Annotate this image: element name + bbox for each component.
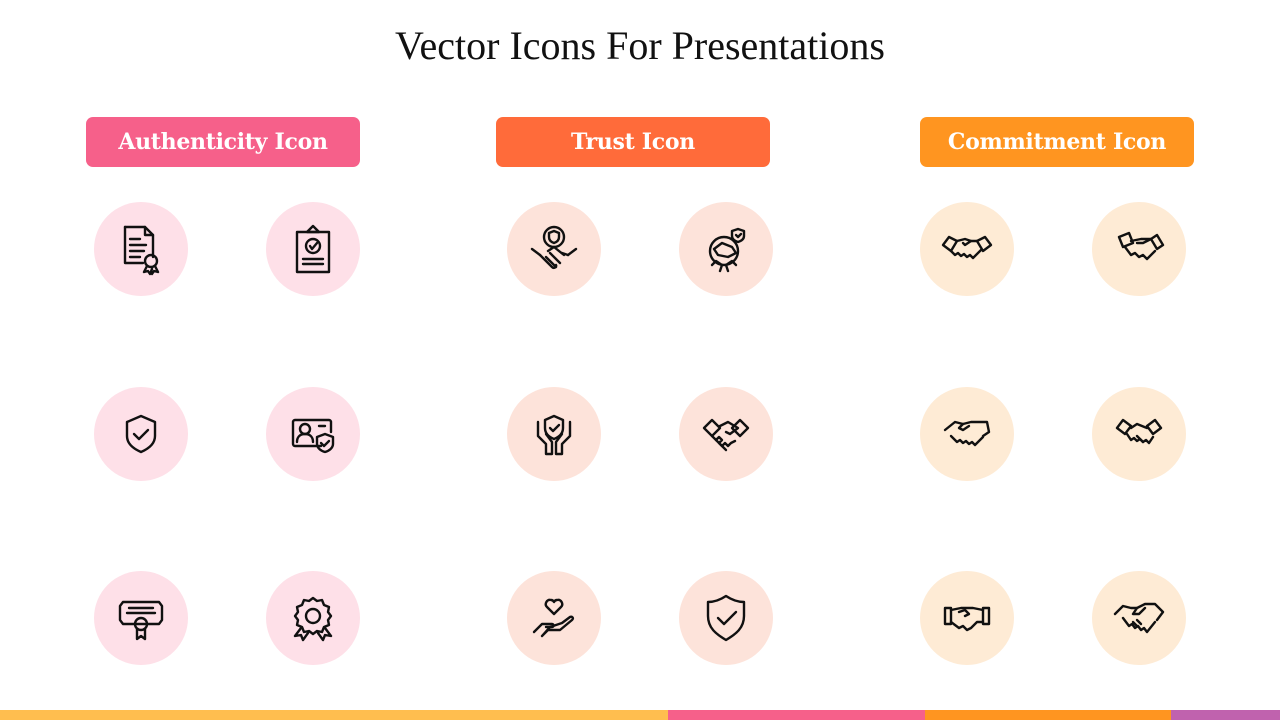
handclasp-shield-icon xyxy=(679,202,773,296)
commitment-badge: Commitment Icon xyxy=(920,117,1194,167)
handshake-icon xyxy=(920,387,1014,481)
id-card-shield-icon xyxy=(266,387,360,481)
footer-segment-purple xyxy=(1171,710,1280,720)
footer-stripe xyxy=(0,710,1280,720)
footer-segment-orange xyxy=(925,710,1171,720)
handshake-icon xyxy=(920,202,1014,296)
handshake-icon xyxy=(1092,571,1186,665)
authenticity-badge: Authenticity Icon xyxy=(86,117,360,167)
handshake-outline-icon xyxy=(1092,202,1186,296)
page-title: Vector Icons For Presentations xyxy=(395,23,885,68)
handshake-cuffs-icon xyxy=(920,571,1014,665)
clipboard-check-icon xyxy=(266,202,360,296)
certificate-ribbon-icon xyxy=(94,571,188,665)
award-badge-icon xyxy=(266,571,360,665)
hand-heart-icon xyxy=(507,571,601,665)
handshake-shield-icon xyxy=(507,202,601,296)
document-certificate-icon xyxy=(94,202,188,296)
hands-shield-icon xyxy=(507,387,601,481)
handshake-icon xyxy=(679,387,773,481)
handshake-icon xyxy=(1092,387,1186,481)
footer-segment-yellow xyxy=(0,710,668,720)
trust-badge: Trust Icon xyxy=(496,117,770,167)
shield-check-icon xyxy=(679,571,773,665)
footer-segment-pink xyxy=(668,710,925,720)
shield-check-icon xyxy=(94,387,188,481)
